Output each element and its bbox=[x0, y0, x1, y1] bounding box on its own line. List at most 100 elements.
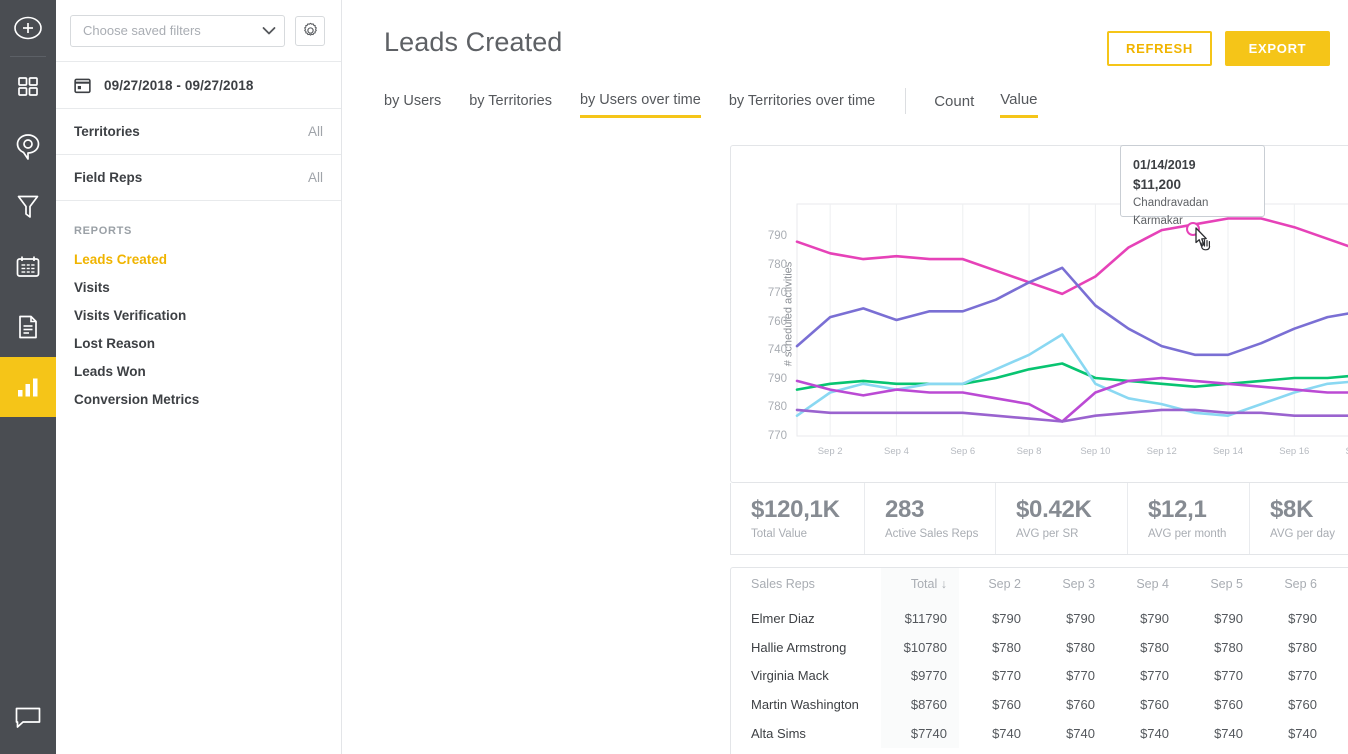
table-head: Sales Reps Total ↓ Sep 2 Sep 3 Sep 4 Sep… bbox=[731, 568, 1348, 604]
column-header-sales-reps[interactable]: Sales Reps bbox=[731, 568, 881, 604]
sidebar-item-dashboard[interactable] bbox=[0, 57, 56, 117]
chat-button[interactable] bbox=[0, 682, 56, 754]
kpi-total-value: $120,1K Total Value bbox=[731, 483, 865, 554]
kpi-value: $0.42K bbox=[1016, 495, 1127, 525]
cell-day-value: $760 bbox=[1033, 690, 1107, 719]
kpi-avg-per-sr: $0.42K AVG per SR bbox=[996, 483, 1128, 554]
cell-day-value: $780 bbox=[1033, 633, 1107, 662]
kpi-value: $12,1 bbox=[1148, 495, 1249, 525]
add-button[interactable] bbox=[0, 0, 56, 56]
filter-value: All bbox=[308, 170, 323, 185]
sidebar-item-visits[interactable]: Visits bbox=[56, 273, 341, 301]
filter-label: Field Reps bbox=[74, 170, 142, 185]
sidebar-item-funnel[interactable] bbox=[0, 177, 56, 237]
header-actions: REFRESH EXPORT bbox=[1107, 26, 1330, 66]
tab-by-territories-over-time[interactable]: by Territories over time bbox=[729, 93, 875, 116]
saved-filters-select[interactable]: Choose saved filters bbox=[70, 15, 285, 47]
column-header-day[interactable]: Sep 4 bbox=[1107, 568, 1181, 604]
icon-rail bbox=[0, 0, 56, 754]
cell-day-value: $790 bbox=[959, 604, 1033, 633]
chart-tooltip: 01/14/2019 $11,200 Chandravadan Karmakar bbox=[1120, 145, 1265, 217]
sidebar-item-leads-won[interactable]: Leads Won bbox=[56, 357, 341, 385]
cell-day-value: $780 bbox=[1255, 633, 1329, 662]
cell-day-value: $780 bbox=[1181, 633, 1255, 662]
cell-sales-rep: Alta Sims bbox=[731, 719, 881, 748]
sidebar-item-reports[interactable] bbox=[0, 357, 56, 417]
sidebar-item-map[interactable] bbox=[0, 117, 56, 177]
kpi-value: 283 bbox=[885, 495, 995, 525]
column-header-day[interactable]: Sep 2 bbox=[959, 568, 1033, 604]
filter-value: All bbox=[308, 124, 323, 139]
sidebar-item-documents[interactable] bbox=[0, 297, 56, 357]
sidebar-item-calendar[interactable] bbox=[0, 237, 56, 297]
cell-day-value: $770 bbox=[959, 662, 1033, 691]
main-content: Leads Created REFRESH EXPORT by Users by… bbox=[342, 0, 1348, 754]
sidebar-item-lost-reason[interactable]: Lost Reason bbox=[56, 329, 341, 357]
sales-reps-table: Sales Reps Total ↓ Sep 2 Sep 3 Sep 4 Sep… bbox=[730, 567, 1348, 754]
cell-day-value: $740 bbox=[959, 719, 1033, 748]
cell-day-value: $790 bbox=[1181, 604, 1255, 633]
tab-divider bbox=[905, 88, 906, 114]
chart-series-series-magenta bbox=[797, 219, 1348, 294]
location-pin-icon bbox=[15, 133, 41, 161]
sidebar-item-leads-created[interactable]: Leads Created bbox=[56, 245, 341, 273]
kpi-active-sales-reps: 283 Active Sales Reps bbox=[865, 483, 996, 554]
cell-day-value: $740 bbox=[1181, 719, 1255, 748]
column-header-day[interactable]: Sep 5 bbox=[1181, 568, 1255, 604]
cell-day-value: $740 bbox=[1107, 719, 1181, 748]
table-row[interactable]: Alta Sims$7740$740$740$740$740$740$740$7… bbox=[731, 719, 1348, 748]
cell-day-value: $780 bbox=[1329, 633, 1348, 662]
tab-by-users-over-time[interactable]: by Users over time bbox=[580, 92, 701, 118]
chart-series-series-cyan bbox=[797, 335, 1348, 416]
cell-day-value: $770 bbox=[1255, 662, 1329, 691]
sidebar-filter-territories[interactable]: Territories All bbox=[56, 109, 341, 155]
document-icon bbox=[16, 314, 40, 340]
tab-by-users[interactable]: by Users bbox=[384, 93, 441, 116]
tooltip-value: $11,200 bbox=[1133, 175, 1252, 195]
table-row[interactable]: Hallie Armstrong$10780$780$780$780$780$7… bbox=[731, 633, 1348, 662]
tab-by-territories[interactable]: by Territories bbox=[469, 93, 552, 116]
sidebar-item-conversion-metrics[interactable]: Conversion Metrics bbox=[56, 385, 341, 413]
table-row[interactable]: Elmer Diaz$11790$790$790$790$790$790$790… bbox=[731, 604, 1348, 633]
tab-count[interactable]: Count bbox=[934, 93, 974, 117]
column-header-day[interactable]: Sep 3 bbox=[1033, 568, 1107, 604]
date-range-row[interactable]: 09/27/2018 - 09/27/2018 bbox=[56, 62, 341, 109]
kpi-avg-per-day: $8K AVG per day bbox=[1250, 483, 1348, 554]
kpi-value: $120,1K bbox=[751, 495, 864, 525]
kpi-label: Total Value bbox=[751, 528, 864, 540]
tooltip-date: 01/14/2019 bbox=[1133, 155, 1252, 175]
reports-section-header: REPORTS bbox=[56, 201, 341, 245]
export-button[interactable]: EXPORT bbox=[1225, 31, 1330, 66]
cell-day-value: $790 bbox=[1329, 604, 1348, 633]
table-body: Elmer Diaz$11790$790$790$790$790$790$790… bbox=[731, 604, 1348, 748]
cell-day-value: $780 bbox=[1107, 633, 1181, 662]
filter-settings-button[interactable] bbox=[295, 16, 325, 46]
table-row[interactable]: Virginia Mack$9770$770$770$770$770$770$7… bbox=[731, 662, 1348, 691]
cell-total: $8760 bbox=[881, 690, 959, 719]
sidebar-filter-field-reps[interactable]: Field Reps All bbox=[56, 155, 341, 201]
dashboard-icon bbox=[16, 75, 40, 99]
tab-value[interactable]: Value bbox=[1000, 91, 1037, 118]
saved-filters-bar: Choose saved filters bbox=[56, 0, 341, 62]
cell-day-value: $760 bbox=[959, 690, 1033, 719]
cell-day-value: $760 bbox=[1255, 690, 1329, 719]
kpi-strip: $120,1K Total Value 283 Active Sales Rep… bbox=[730, 483, 1348, 555]
gear-icon bbox=[302, 22, 319, 39]
cell-total: $10780 bbox=[881, 633, 959, 662]
cell-day-value: $770 bbox=[1181, 662, 1255, 691]
kpi-avg-per-month: $12,1 AVG per month bbox=[1128, 483, 1250, 554]
column-header-day[interactable]: Sep 7 bbox=[1329, 568, 1348, 604]
bar-chart-icon bbox=[15, 375, 41, 399]
cell-day-value: $790 bbox=[1107, 604, 1181, 633]
table-row[interactable]: Martin Washington$8760$760$760$760$760$7… bbox=[731, 690, 1348, 719]
column-header-day[interactable]: Sep 6 bbox=[1255, 568, 1329, 604]
table: Sales Reps Total ↓ Sep 2 Sep 3 Sep 4 Sep… bbox=[731, 568, 1348, 748]
column-header-total[interactable]: Total ↓ bbox=[881, 568, 959, 604]
calendar-icon bbox=[15, 254, 41, 280]
page-title: Leads Created bbox=[384, 26, 1107, 58]
cell-day-value: $760 bbox=[1329, 690, 1348, 719]
sidebar-item-visits-verification[interactable]: Visits Verification bbox=[56, 301, 341, 329]
funnel-icon bbox=[16, 194, 40, 220]
saved-filters-placeholder: Choose saved filters bbox=[83, 23, 262, 38]
refresh-button[interactable]: REFRESH bbox=[1107, 31, 1212, 66]
